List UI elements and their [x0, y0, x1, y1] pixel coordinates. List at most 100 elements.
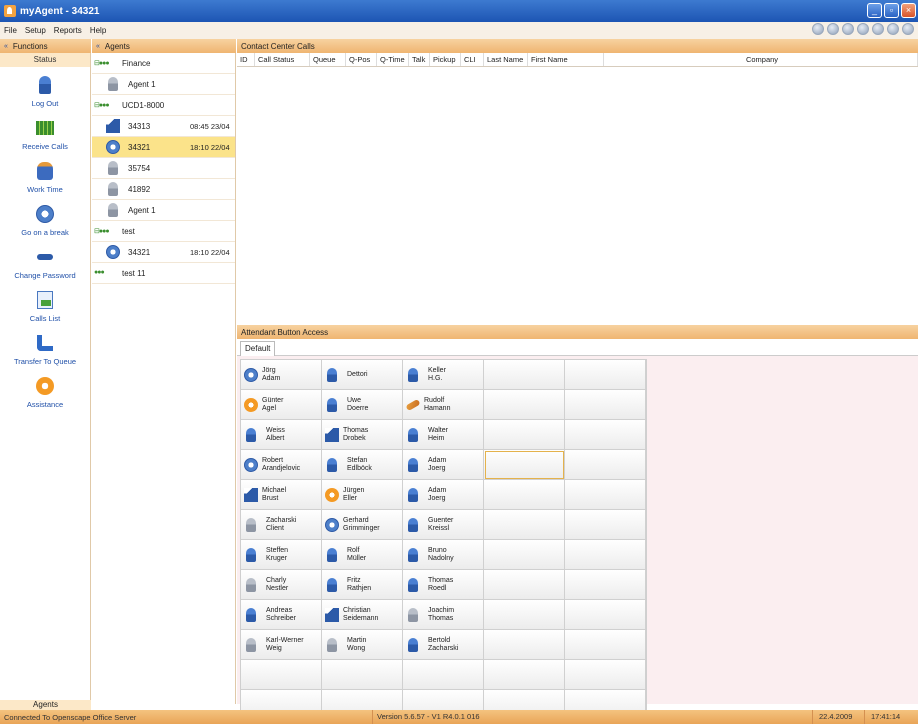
- aba-empty-button[interactable]: [484, 630, 565, 660]
- aba-contact-button[interactable]: Fritz Rathjen: [322, 570, 403, 600]
- aba-empty-button[interactable]: [484, 480, 565, 510]
- close-icon[interactable]: ×: [901, 3, 916, 18]
- collapse-icon[interactable]: «: [96, 43, 100, 50]
- aba-contact-button[interactable]: Andreas Schreiber: [241, 600, 322, 630]
- agent-row[interactable]: 34321 18:10 22/04: [92, 137, 235, 158]
- column-header[interactable]: Q-Time: [377, 53, 409, 66]
- toolbar-person-icon[interactable]: [887, 23, 899, 35]
- aba-empty-button[interactable]: [565, 630, 646, 660]
- aba-empty-button[interactable]: [322, 660, 403, 690]
- column-header[interactable]: Queue: [310, 53, 346, 66]
- function-change-password[interactable]: Change Password: [0, 239, 90, 282]
- aba-empty-button[interactable]: [484, 420, 565, 450]
- aba-empty-button[interactable]: [484, 510, 565, 540]
- aba-contact-button[interactable]: Joachim Thomas: [403, 600, 484, 630]
- function-calls-list[interactable]: Calls List: [0, 282, 90, 325]
- agent-row[interactable]: 35754: [92, 158, 235, 179]
- status-section-label[interactable]: Status: [0, 53, 90, 67]
- menu-help[interactable]: Help: [86, 26, 110, 35]
- aba-contact-button[interactable]: Adam Joerg: [403, 450, 484, 480]
- aba-contact-button[interactable]: Thomas Roedl: [403, 570, 484, 600]
- aba-contact-button[interactable]: Thomas Drobek: [322, 420, 403, 450]
- aba-empty-button[interactable]: [565, 360, 646, 390]
- function-assistance[interactable]: Assistance: [0, 368, 90, 411]
- aba-contact-button[interactable]: Guenter Kreissl: [403, 510, 484, 540]
- aba-contact-button[interactable]: Christian Seidemann: [322, 600, 403, 630]
- toolbar-monitor-icon[interactable]: [827, 23, 839, 35]
- aba-contact-button[interactable]: Uwe Doerre: [322, 390, 403, 420]
- aba-contact-button[interactable]: Rolf Müller: [322, 540, 403, 570]
- aba-empty-button[interactable]: [484, 660, 565, 690]
- aba-contact-button[interactable]: Rudolf Hamann: [403, 390, 484, 420]
- aba-empty-button[interactable]: [403, 660, 484, 690]
- agent-row[interactable]: Agent 1: [92, 74, 235, 95]
- agent-row[interactable]: Agent 1: [92, 200, 235, 221]
- aba-contact-button[interactable]: Dettori: [322, 360, 403, 390]
- agent-row[interactable]: 34313 08:45 23/04: [92, 116, 235, 137]
- aba-contact-button[interactable]: Steffen Kruger: [241, 540, 322, 570]
- column-header[interactable]: Q-Pos: [346, 53, 377, 66]
- function-work-time[interactable]: Work Time: [0, 153, 90, 196]
- function-go-on-break[interactable]: Go on a break: [0, 196, 90, 239]
- aba-empty-button[interactable]: [484, 450, 565, 480]
- agent-group-row[interactable]: ⊟●●● UCD1-8000: [92, 95, 235, 116]
- aba-contact-button[interactable]: Zacharski Client: [241, 510, 322, 540]
- aba-contact-button[interactable]: Stefan Edlböck: [322, 450, 403, 480]
- aba-contact-button[interactable]: Jürgen Eller: [322, 480, 403, 510]
- toolbar-status-icon[interactable]: [812, 23, 824, 35]
- column-header[interactable]: Company: [604, 53, 918, 66]
- agent-group-row[interactable]: ●●● test 11: [92, 263, 235, 284]
- aba-empty-button[interactable]: [484, 600, 565, 630]
- agent-group-row[interactable]: ⊟●●● test: [92, 221, 235, 242]
- aba-contact-button[interactable]: Adam Joerg: [403, 480, 484, 510]
- function-receive-calls[interactable]: Receive Calls: [0, 110, 90, 153]
- aba-contact-button[interactable]: Keller H.G.: [403, 360, 484, 390]
- agents-panel-header[interactable]: « Agents: [92, 39, 236, 53]
- column-header[interactable]: Last Name: [484, 53, 528, 66]
- aba-empty-button[interactable]: [484, 570, 565, 600]
- aba-empty-button[interactable]: [565, 660, 646, 690]
- menu-file[interactable]: File: [0, 26, 21, 35]
- menu-setup[interactable]: Setup: [21, 26, 50, 35]
- column-header[interactable]: Pickup: [430, 53, 461, 66]
- toolbar-user-icon[interactable]: [857, 23, 869, 35]
- aba-empty-button[interactable]: [484, 390, 565, 420]
- aba-contact-button[interactable]: Charly Nestler: [241, 570, 322, 600]
- agent-group-row[interactable]: ⊟●●● Finance: [92, 53, 235, 74]
- agent-row[interactable]: 34321 18:10 22/04: [92, 242, 235, 263]
- aba-empty-button[interactable]: [565, 570, 646, 600]
- aba-contact-button[interactable]: Michael Brust: [241, 480, 322, 510]
- aba-contact-button[interactable]: Karl-Werner Weig: [241, 630, 322, 660]
- aba-empty-button[interactable]: [241, 660, 322, 690]
- column-header[interactable]: First Name: [528, 53, 604, 66]
- column-header[interactable]: Talk: [409, 53, 430, 66]
- tab-default[interactable]: Default: [240, 341, 276, 356]
- functions-panel-header[interactable]: « Functions: [0, 39, 91, 53]
- column-header[interactable]: CLI: [461, 53, 484, 66]
- column-header[interactable]: Call Status: [255, 53, 310, 66]
- aba-contact-button[interactable]: Martin Wong: [322, 630, 403, 660]
- minimize-icon[interactable]: _: [867, 3, 882, 18]
- aba-contact-button[interactable]: Walter Heim: [403, 420, 484, 450]
- aba-empty-button[interactable]: [565, 390, 646, 420]
- toolbar-search-icon[interactable]: [872, 23, 884, 35]
- collapse-icon[interactable]: «: [4, 43, 8, 50]
- aba-empty-button[interactable]: [565, 600, 646, 630]
- maximize-icon[interactable]: ▫: [884, 3, 899, 18]
- aba-contact-button[interactable]: Bertold Zacharski: [403, 630, 484, 660]
- aba-empty-button[interactable]: [484, 360, 565, 390]
- aba-contact-button[interactable]: Günter Agel: [241, 390, 322, 420]
- toolbar-help-icon[interactable]: [902, 23, 914, 35]
- agent-row[interactable]: 41892: [92, 179, 235, 200]
- aba-contact-button[interactable]: Weiss Albert: [241, 420, 322, 450]
- toolbar-display-icon[interactable]: [842, 23, 854, 35]
- function-transfer-to-queue[interactable]: Transfer To Queue: [0, 325, 90, 368]
- aba-empty-button[interactable]: [565, 540, 646, 570]
- aba-contact-button[interactable]: Bruno Nadolny: [403, 540, 484, 570]
- menu-reports[interactable]: Reports: [50, 26, 86, 35]
- aba-contact-button[interactable]: Gerhard Grimminger: [322, 510, 403, 540]
- aba-empty-button[interactable]: [565, 480, 646, 510]
- aba-empty-button[interactable]: [565, 510, 646, 540]
- aba-empty-button[interactable]: [565, 420, 646, 450]
- function-log-out[interactable]: Log Out: [0, 67, 90, 110]
